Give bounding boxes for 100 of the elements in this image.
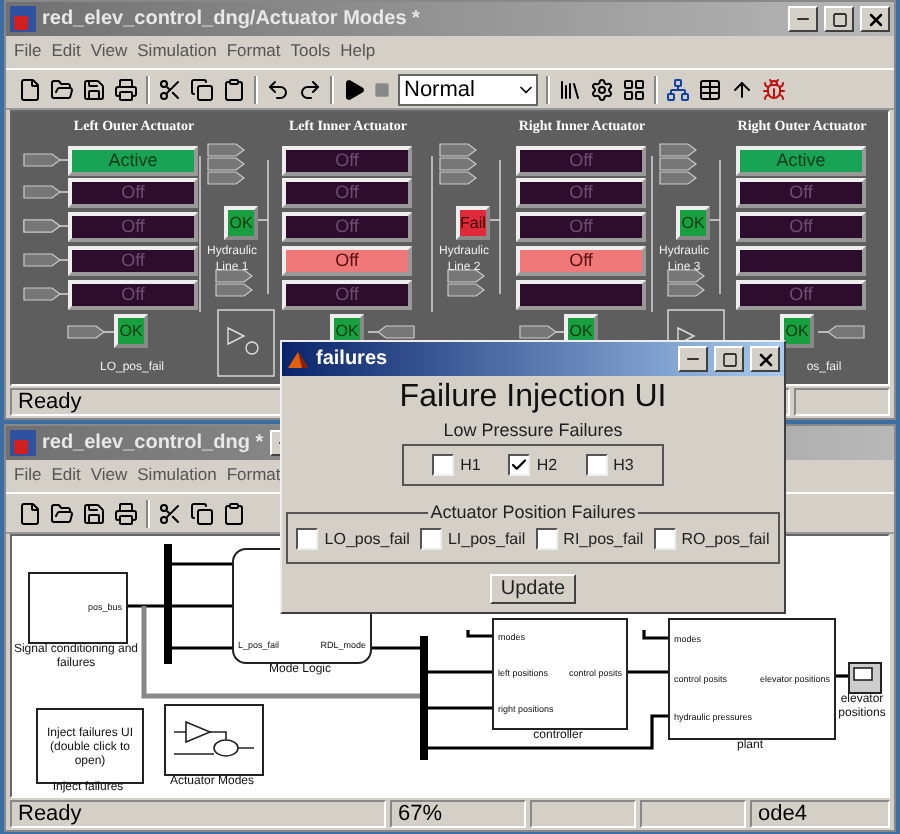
signal-line	[428, 706, 492, 710]
checkbox[interactable]	[508, 454, 531, 476]
scissors-icon[interactable]	[158, 501, 182, 525]
grid-icon[interactable]	[622, 77, 646, 101]
checkbox-option[interactable]: H3	[585, 454, 634, 476]
checkbox[interactable]	[585, 454, 608, 476]
checkbox[interactable]	[432, 454, 455, 476]
close-icon	[755, 349, 775, 369]
clipboard-icon[interactable]	[222, 501, 246, 525]
scope-icon	[852, 666, 874, 686]
status-lamp: OK	[114, 314, 148, 348]
checkbox[interactable]	[296, 528, 319, 550]
menu-item[interactable]: Edit	[51, 462, 81, 490]
table-icon[interactable]	[698, 77, 722, 101]
menu-item[interactable]: Edit	[51, 38, 81, 66]
copy-icon[interactable]	[190, 77, 214, 101]
maximize-icon	[721, 351, 737, 367]
update-button[interactable]: Update	[490, 574, 576, 604]
check-icon	[510, 456, 529, 474]
play-icon[interactable]	[342, 77, 366, 101]
up-arrow-icon[interactable]	[730, 77, 754, 101]
window-title: failures	[316, 348, 388, 370]
model-icon	[10, 430, 36, 456]
checkbox[interactable]	[419, 528, 442, 550]
status-lamp: OK	[676, 206, 710, 240]
gear-icon[interactable]	[590, 77, 614, 101]
mode-display: Off	[68, 280, 198, 310]
menu-item[interactable]: Format	[226, 462, 281, 490]
new-file-icon[interactable]	[18, 501, 42, 525]
library-icon[interactable]	[558, 77, 582, 101]
mode-display: Off	[736, 212, 866, 242]
copy-icon[interactable]	[190, 501, 214, 525]
folder-icon[interactable]	[50, 77, 74, 101]
bus-bar	[420, 636, 428, 760]
printer-icon[interactable]	[114, 501, 138, 525]
checkbox-option[interactable]: LO_pos_fail	[296, 528, 410, 550]
minimize-button[interactable]	[788, 6, 818, 32]
logo-icon	[286, 347, 310, 371]
signal-line	[624, 670, 668, 674]
checkbox-option[interactable]: RI_pos_fail	[535, 528, 644, 550]
printer-icon[interactable]	[114, 77, 138, 101]
close-button[interactable]	[860, 6, 890, 32]
menu-item[interactable]: Tools	[290, 38, 331, 66]
signal-line	[428, 670, 492, 674]
maximize-button[interactable]	[824, 6, 854, 32]
checkbox[interactable]	[653, 528, 676, 550]
diagram-icon[interactable]	[666, 77, 690, 101]
mode-display: Off	[68, 178, 198, 208]
checkbox-option[interactable]: H2	[508, 454, 558, 476]
new-file-icon[interactable]	[18, 77, 42, 101]
checkbox-option[interactable]: RO_pos_fail	[653, 528, 770, 550]
menu-item[interactable]: File	[14, 38, 42, 66]
menu-item[interactable]: Simulation	[137, 462, 217, 490]
scissors-icon[interactable]	[158, 77, 182, 101]
maximize-button[interactable]	[714, 346, 744, 372]
status-lamp: OK	[780, 314, 814, 348]
menu-item[interactable]: Help	[340, 38, 376, 66]
mode-display: Off	[516, 146, 646, 176]
menu-item[interactable]: File	[14, 462, 42, 490]
solver-name: ode4	[750, 800, 890, 828]
diagram-block[interactable]	[164, 704, 264, 776]
status-text: Ready	[10, 800, 386, 828]
status-lamp: OK	[224, 206, 258, 240]
bug-icon[interactable]	[762, 77, 786, 101]
save-icon[interactable]	[82, 77, 106, 101]
mode-display: Off	[736, 280, 866, 310]
mode-display: Off	[282, 246, 412, 276]
redo-icon[interactable]	[298, 77, 322, 101]
menu-item[interactable]: View	[90, 462, 128, 490]
signal-line	[466, 630, 492, 638]
group-title: Actuator Position Failures	[428, 502, 638, 522]
bus-bar	[164, 544, 172, 664]
menu-item[interactable]: View	[90, 38, 128, 66]
mode-display: Off	[282, 280, 412, 310]
undo-icon[interactable]	[266, 77, 290, 101]
mode-display: Off	[516, 178, 646, 208]
checkbox-option[interactable]: H1	[432, 454, 481, 476]
mode-display: Off	[282, 178, 412, 208]
checkbox[interactable]	[535, 528, 558, 550]
simulation-mode-dropdown[interactable]: Normal	[398, 73, 538, 105]
window-title: red_elev_control_dng *	[42, 432, 264, 454]
mode-display: Active	[736, 146, 866, 176]
mode-display: Off	[736, 178, 866, 208]
signal-line	[642, 630, 668, 640]
mode-display: Off	[68, 212, 198, 242]
mode-display: Off	[516, 246, 646, 276]
checkbox-option[interactable]: LI_pos_fail	[419, 528, 526, 550]
menu-item[interactable]: Format	[226, 38, 281, 66]
close-icon	[865, 9, 885, 29]
maximize-icon	[831, 11, 847, 27]
mode-display: Off	[68, 246, 198, 276]
model-icon	[10, 6, 36, 32]
zoom-level: 67%	[390, 800, 526, 828]
clipboard-icon[interactable]	[222, 77, 246, 101]
folder-icon[interactable]	[50, 501, 74, 525]
diagram-block[interactable]	[848, 662, 882, 694]
save-icon[interactable]	[82, 501, 106, 525]
minimize-button[interactable]	[678, 346, 708, 372]
close-button[interactable]	[750, 346, 780, 372]
menu-item[interactable]: Simulation	[137, 38, 217, 66]
